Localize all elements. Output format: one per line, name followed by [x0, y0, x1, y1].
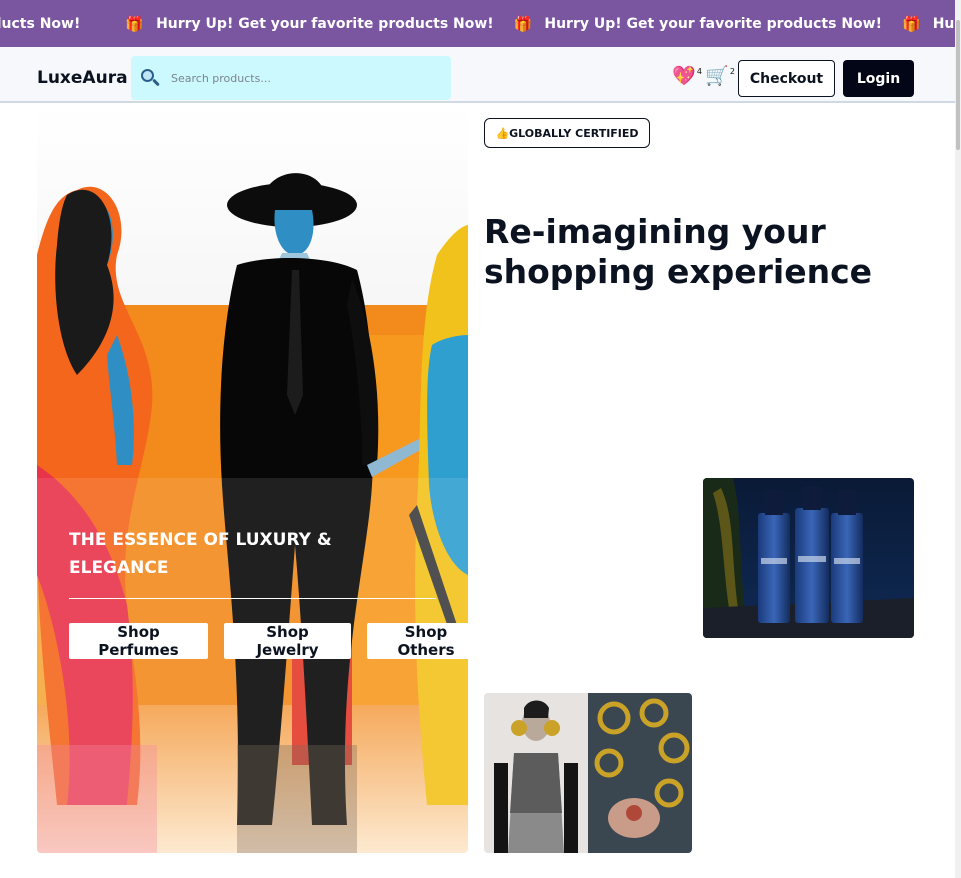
marquee-item: 🎁 Hurry Up! Get your favorite products N…: [514, 15, 902, 33]
heart-icon: 💖: [672, 65, 696, 87]
hero-banner: THE ESSENCE OF LUXURY & ELEGANCE Shop Pe…: [37, 105, 468, 853]
marquee-item: roducts Now!: [0, 16, 100, 32]
site-header: LuxeAura 💖 4 🛒 2 Checkout Login: [0, 47, 955, 103]
marquee-item-text: Hurry Up! Get your favorite products Now…: [156, 15, 494, 32]
hero-headline: Re-imagining your shopping experience: [484, 212, 873, 291]
marquee-item: 🎁 Hurry Up! Get your favorite products N…: [125, 15, 513, 33]
search-input[interactable]: [171, 71, 431, 85]
certified-badge: 👍GLOBALLY CERTIFIED: [484, 118, 650, 148]
brand-logo[interactable]: LuxeAura: [37, 68, 128, 88]
search-bar[interactable]: [131, 56, 451, 100]
marquee-item-text: Hurry Up! Get your favorite products Now…: [544, 15, 882, 32]
hero-title: THE ESSENCE OF LUXURY & ELEGANCE: [69, 530, 332, 578]
shop-others-button[interactable]: Shop Others: [367, 623, 468, 659]
scrollbar-thumb[interactable]: [956, 20, 960, 150]
search-icon: [139, 67, 161, 89]
wishlist-heart-icon[interactable]: 💖 4: [672, 64, 702, 88]
perfume-product-image[interactable]: [703, 478, 914, 638]
wishlist-count-badge: 4: [696, 67, 702, 76]
marquee-track: roducts Now! 🎁 Hurry Up! Get your favori…: [0, 0, 955, 47]
marquee-item-text: Hurry Up! Get your favorite products Now…: [932, 15, 955, 32]
cart-count-badge: 2: [729, 67, 735, 76]
login-button[interactable]: Login: [843, 60, 914, 97]
perfume-bottles-illustration: [703, 478, 914, 638]
gift-icon: 🎁: [902, 14, 921, 33]
gift-icon: 🎁: [125, 14, 145, 33]
checkout-button[interactable]: Checkout: [738, 60, 835, 97]
shopping-cart-icon: 🛒: [705, 65, 729, 87]
marquee-item-text: roducts Now!: [0, 15, 81, 32]
marquee-item: 🎁 Hurry Up! Get your favorite products N…: [902, 15, 955, 33]
shop-perfumes-button[interactable]: Shop Perfumes: [69, 623, 208, 659]
shop-jewelry-button[interactable]: Shop Jewelry: [224, 623, 351, 659]
jewelry-product-image[interactable]: [484, 693, 692, 853]
jewelry-model-illustration: [484, 693, 692, 853]
cart-icon[interactable]: 🛒 2: [705, 64, 735, 88]
promo-marquee: roducts Now! 🎁 Hurry Up! Get your favori…: [0, 0, 955, 47]
gift-icon: 🎁: [513, 14, 533, 33]
hero-divider: [69, 598, 436, 599]
